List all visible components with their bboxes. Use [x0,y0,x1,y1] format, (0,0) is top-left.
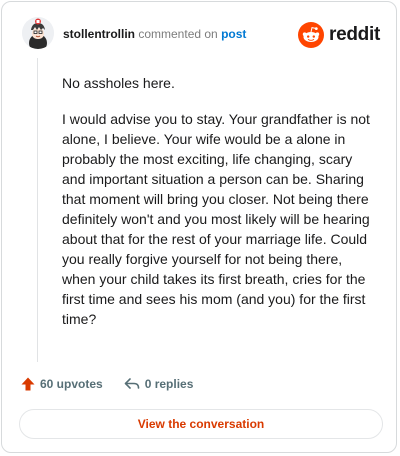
comment-header: stollentrollin commented on post reddit [22,17,380,51]
username-link[interactable]: stollentrollin [63,27,135,41]
reply-arrow-icon [124,378,140,389]
comment-paragraph: I would advise you to stay. Your grandfa… [62,111,370,327]
reddit-logo[interactable]: reddit [298,21,380,49]
reddit-snoo-icon [298,22,325,48]
embedded-comment-card: stollentrollin commented on post reddit … [1,1,397,453]
upvote-arrow-icon [21,377,35,391]
thread-line [37,58,38,362]
avatar-illustration [22,17,54,49]
comment-body: No assholes here. I would advise you to … [62,73,372,345]
comment-meta: stollentrollin commented on post [63,27,246,41]
upvotes-count: 60 upvotes [40,377,103,391]
comment-paragraph: No assholes here. [62,75,175,91]
commented-on-text: commented on [138,27,218,41]
upvotes-action[interactable]: 60 upvotes [20,376,103,392]
replies-action[interactable]: 0 replies [123,376,194,392]
view-conversation-button[interactable]: View the conversation [19,409,383,439]
avatar[interactable] [22,17,54,49]
brand-wordmark: reddit [329,24,380,45]
replies-count: 0 replies [144,377,194,391]
post-link[interactable]: post [221,27,246,41]
comment-actions: 60 upvotes 0 replies [20,374,213,394]
